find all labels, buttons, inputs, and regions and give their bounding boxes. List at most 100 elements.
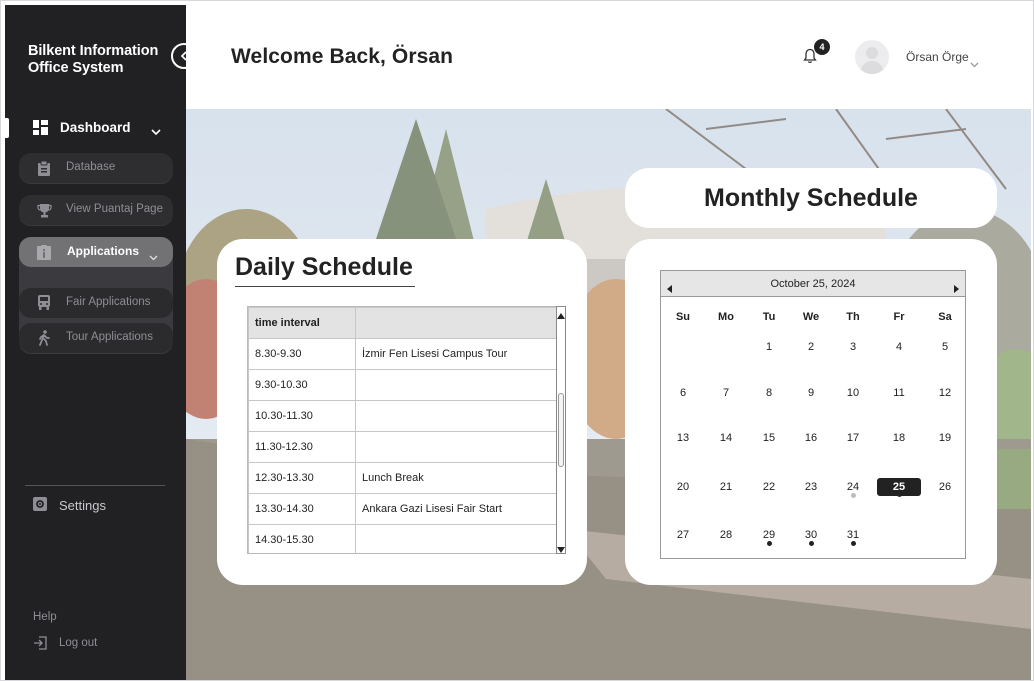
dashboard-icon: [33, 120, 48, 140]
calendar-day[interactable]: 17: [833, 432, 873, 444]
calendar-day[interactable]: 9: [791, 387, 831, 399]
calendar-day[interactable]: 4: [879, 341, 919, 353]
event-indicator-dot: [809, 541, 814, 546]
weekday-label: Th: [846, 311, 860, 323]
active-indicator: [5, 118, 9, 138]
event-indicator-dot: [897, 492, 902, 497]
table-row[interactable]: 11.30-12.30: [248, 431, 556, 463]
event-cell: Ankara Gazi Lisesi Fair Start: [355, 493, 556, 525]
table-row[interactable]: 9.30-10.30: [248, 369, 556, 401]
sidebar-item-label: Database: [66, 161, 116, 173]
sidebar: Bilkent Information Office System Dashbo…: [5, 5, 186, 680]
time-interval-cell: 13.30-14.30: [248, 493, 356, 525]
monthly-schedule-header: Monthly Schedule: [625, 168, 997, 228]
help-link[interactable]: Help: [33, 611, 57, 623]
calendar-day[interactable]: 2: [791, 341, 831, 353]
calendar-day[interactable]: 28: [706, 529, 746, 541]
chevron-down-icon[interactable]: [970, 55, 979, 73]
calendar-day[interactable]: 29: [749, 529, 789, 541]
calendar-day[interactable]: 5: [925, 341, 965, 353]
user-name[interactable]: Örsan Örge: [906, 50, 969, 64]
notification-badge: 4: [814, 39, 830, 55]
calendar-day[interactable]: 6: [663, 387, 703, 399]
table-row[interactable]: 8.30-9.30 İzmir Fen Lisesi Campus Tour: [248, 338, 556, 370]
calendar-day[interactable]: 13: [663, 432, 703, 444]
logout-icon: [33, 636, 48, 654]
calendar-day[interactable]: 10: [833, 387, 873, 399]
calendar-day[interactable]: 11: [879, 387, 919, 399]
table-row[interactable]: 13.30-14.30 Ankara Gazi Lisesi Fair Start: [248, 493, 556, 525]
sidebar-item-dashboard[interactable]: Dashboard: [5, 115, 186, 141]
scroll-up-arrow-icon[interactable]: [557, 308, 565, 319]
calendar-day[interactable]: 23: [791, 481, 831, 493]
calendar-day[interactable]: 30: [791, 529, 831, 541]
time-interval-cell: 11.30-12.30: [248, 431, 356, 463]
weekday-label: Mo: [718, 311, 734, 323]
top-header: Welcome Back, Örsan 4 Örsan Örge: [186, 5, 1031, 109]
sidebar-item-label: Applications: [67, 244, 140, 258]
calendar-day[interactable]: 3: [833, 341, 873, 353]
calendar-day[interactable]: 8: [749, 387, 789, 399]
event-cell: [355, 400, 556, 432]
time-interval-cell: 10.30-11.30: [248, 400, 356, 432]
sidebar-item-fair-applications[interactable]: Fair Applications: [19, 288, 173, 318]
event-cell: Lunch Break: [355, 462, 556, 494]
trophy-icon: [37, 203, 52, 223]
info-icon: [37, 245, 51, 265]
table-row[interactable]: 10.30-11.30: [248, 400, 556, 432]
calendar-day[interactable]: 7: [706, 387, 746, 399]
calendar: October 25, 2024 Su Mo Tu We Th Fr Sa 1 2 3 4 5 6 7 8 9…: [660, 270, 966, 559]
sidebar-item-label: Dashboard: [60, 120, 131, 135]
calendar-day[interactable]: 15: [749, 432, 789, 444]
chevron-down-icon: [149, 248, 158, 266]
calendar-day[interactable]: 19: [925, 432, 965, 444]
time-interval-cell: 12.30-13.30: [248, 462, 356, 494]
calendar-day[interactable]: 12: [925, 387, 965, 399]
calendar-day[interactable]: 31: [833, 529, 873, 541]
calendar-month-title: October 25, 2024: [770, 278, 856, 290]
avatar[interactable]: [855, 40, 889, 74]
app-window: Bilkent Information Office System Dashbo…: [0, 0, 1034, 681]
calendar-day[interactable]: 22: [749, 481, 789, 493]
calendar-header: October 25, 2024: [661, 271, 965, 297]
table-row[interactable]: 12.30-13.30 Lunch Break: [248, 462, 556, 494]
calendar-day[interactable]: 26: [925, 481, 965, 493]
bus-icon: [37, 295, 51, 315]
monthly-schedule-title: Monthly Schedule: [704, 183, 918, 212]
scrollbar-thumb[interactable]: [558, 393, 564, 467]
table-row[interactable]: 14.30-15.30: [248, 524, 556, 553]
calendar-day[interactable]: 27: [663, 529, 703, 541]
calendar-day[interactable]: 24: [833, 481, 873, 493]
event-cell: [355, 524, 556, 553]
calendar-day[interactable]: 20: [663, 481, 703, 493]
daily-schedule-title: Daily Schedule: [235, 253, 415, 287]
weekday-label: Sa: [938, 311, 952, 323]
monthly-schedule-card: October 25, 2024 Su Mo Tu We Th Fr Sa 1 2 3 4 5 6 7 8 9…: [625, 239, 997, 585]
gear-icon: [33, 497, 47, 515]
logout-label: Log out: [59, 637, 98, 649]
table-scrollbar[interactable]: [556, 306, 566, 554]
calendar-day[interactable]: 18: [879, 432, 919, 444]
scroll-down-arrow-icon[interactable]: [557, 542, 565, 553]
time-interval-cell: 8.30-9.30: [248, 338, 356, 370]
page-title: Welcome Back, Örsan: [231, 45, 454, 68]
column-header-time: time interval: [248, 307, 356, 339]
calendar-day[interactable]: 1: [749, 341, 789, 353]
weekday-label: Fr: [893, 311, 905, 323]
sidebar-item-applications[interactable]: Applications: [19, 237, 173, 267]
time-interval-cell: 9.30-10.30: [248, 369, 356, 401]
sidebar-item-database[interactable]: Database: [19, 153, 173, 183]
sidebar-item-settings[interactable]: Settings: [33, 497, 106, 516]
calendar-day[interactable]: 16: [791, 432, 831, 444]
sidebar-item-view-puantaj[interactable]: View Puantaj Page: [19, 195, 173, 225]
logout-button[interactable]: Log out: [33, 636, 97, 655]
calendar-day[interactable]: 14: [706, 432, 746, 444]
brand-title: Bilkent Information Office System: [28, 43, 159, 76]
next-month-icon[interactable]: [953, 280, 959, 298]
event-indicator-dot: [851, 493, 856, 498]
sidebar-item-label: Settings: [59, 498, 106, 513]
event-indicator-dot: [851, 541, 856, 546]
sidebar-item-tour-applications[interactable]: Tour Applications: [19, 323, 173, 353]
calendar-day[interactable]: 21: [706, 481, 746, 493]
sidebar-item-label: Tour Applications: [66, 331, 153, 343]
